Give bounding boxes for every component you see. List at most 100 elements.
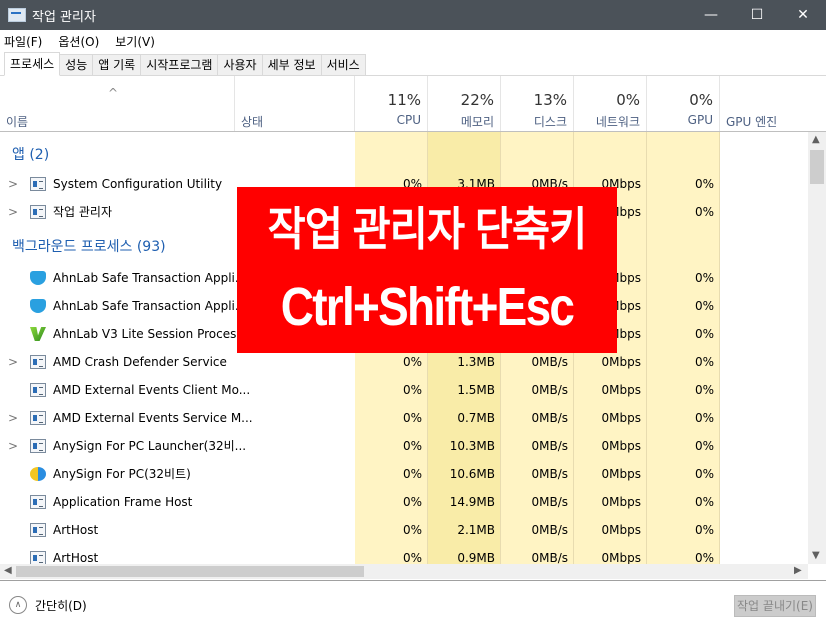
gpu-value: 0% xyxy=(694,467,714,481)
process-row[interactable]: ArtHost 0% 0.9MB 0MB/s 0Mbps 0% xyxy=(0,544,808,564)
process-name: AhnLab Safe Transaction Appli... xyxy=(53,299,247,313)
chevron-right-icon[interactable]: > xyxy=(6,198,20,226)
mem-value: 14.9MB xyxy=(449,495,495,509)
footer: ∧ 간단히(D) 작업 끝내기(E) xyxy=(0,580,826,630)
menu-bar: 파일(F) 옵션(O) 보기(V) xyxy=(0,30,826,52)
process-name-cell: AMD External Events Client Mo... xyxy=(0,376,250,404)
service-icon xyxy=(30,383,46,397)
tab-startup[interactable]: 시작프로그램 xyxy=(140,54,219,75)
process-name-cell: AhnLab Safe Transaction Appli... xyxy=(0,292,246,320)
scroll-down-icon[interactable]: ▼ xyxy=(812,550,820,561)
tab-performance[interactable]: 성능 xyxy=(59,54,94,75)
scroll-up-icon[interactable]: ▲ xyxy=(812,134,820,145)
tab-app-history[interactable]: 앱 기록 xyxy=(92,54,142,75)
process-name-cell: AhnLab Safe Transaction Appli... xyxy=(0,264,246,292)
horizontal-scroll-thumb[interactable] xyxy=(16,566,364,577)
column-header: ^ 이름 상태 11% CPU 22% 메모리 13% 디스크 0% 네트워크 0% GP… xyxy=(0,76,826,132)
net-value: 0Mbps xyxy=(601,495,641,509)
msconfig-icon xyxy=(30,177,46,191)
process-name-cell: > System Configuration Utility xyxy=(0,170,222,198)
mem-value: 2.1MB xyxy=(457,523,495,537)
scroll-left-icon[interactable]: ◀ xyxy=(4,565,12,576)
tab-services[interactable]: 서비스 xyxy=(320,54,366,75)
process-name: 작업 관리자 xyxy=(53,205,113,219)
menu-file[interactable]: 파일(F) xyxy=(4,33,42,50)
chevron-up-icon: ∧ xyxy=(9,596,27,614)
maximize-button[interactable]: ☐ xyxy=(734,0,780,30)
process-name: AhnLab V3 Lite Session Proces... xyxy=(53,327,248,341)
column-memory[interactable]: 22% 메모리 xyxy=(428,76,501,131)
chevron-right-icon[interactable]: > xyxy=(6,404,20,432)
chevron-right-icon[interactable]: > xyxy=(6,170,20,198)
chevron-right-icon[interactable]: > xyxy=(6,348,20,376)
end-task-button[interactable]: 작업 끝내기(E) xyxy=(734,595,816,617)
group-apps[interactable]: 앱 (2) xyxy=(0,140,808,170)
gpu-value: 0% xyxy=(694,355,714,369)
shield-icon xyxy=(30,271,46,285)
net-value: 0Mbps xyxy=(601,551,641,564)
process-name: System Configuration Utility xyxy=(53,177,223,191)
cpu-value: 0% xyxy=(402,411,422,425)
disk-value: 0MB/s xyxy=(531,551,568,564)
disk-value: 0MB/s xyxy=(531,411,568,425)
column-cpu[interactable]: 11% CPU xyxy=(355,76,428,131)
gpu-value: 0% xyxy=(694,523,714,537)
tab-users[interactable]: 사용자 xyxy=(217,54,263,75)
fewer-details-button[interactable]: ∧ 간단히(D) xyxy=(9,596,87,614)
sort-caret-icon: ^ xyxy=(108,86,119,100)
column-network[interactable]: 0% 네트워크 xyxy=(574,76,647,131)
process-row[interactable]: ArtHost 0% 2.1MB 0MB/s 0Mbps 0% xyxy=(0,516,808,544)
scroll-right-icon[interactable]: ▶ xyxy=(794,565,802,576)
net-value: 0Mbps xyxy=(601,383,641,397)
process-name: AnySign For PC(32비트) xyxy=(53,467,191,481)
chevron-right-icon[interactable]: > xyxy=(6,432,20,460)
process-row[interactable]: AnySign For PC(32비트) 0% 10.6MB 0MB/s 0Mbps 0% xyxy=(0,460,808,488)
horizontal-scrollbar[interactable]: ◀ ▶ xyxy=(0,564,808,579)
process-name-cell: AnySign For PC(32비트) xyxy=(0,460,191,488)
cpu-value: 0% xyxy=(402,439,422,453)
process-name-cell: > AnySign For PC Launcher(32비... xyxy=(0,432,246,460)
anysign-icon xyxy=(30,467,46,481)
mem-value: 10.3MB xyxy=(449,439,495,453)
banner-shortcut: Ctrl+Shift+Esc xyxy=(280,277,575,337)
menu-view[interactable]: 보기(V) xyxy=(115,33,155,50)
column-gpu[interactable]: 0% GPU xyxy=(647,76,720,131)
shortcut-banner: 작업 관리자 단축키 Ctrl+Shift+Esc xyxy=(237,187,617,353)
process-name: AMD External Events Client Mo... xyxy=(53,383,251,397)
title-bar: 작업 관리자 — ☐ ✕ xyxy=(0,0,826,30)
process-name: AMD External Events Service M... xyxy=(53,411,253,425)
gpu-value: 0% xyxy=(694,383,714,397)
column-status[interactable]: 상태 xyxy=(235,76,355,131)
gpu-value: 0% xyxy=(694,177,714,191)
gpu-value: 0% xyxy=(694,495,714,509)
process-name-cell: Application Frame Host xyxy=(0,488,192,516)
shield-icon xyxy=(30,299,46,313)
service-icon xyxy=(30,523,46,537)
tab-processes[interactable]: 프로세스 xyxy=(4,52,61,76)
menu-options[interactable]: 옵션(O) xyxy=(58,33,99,50)
process-row[interactable]: > AnySign For PC Launcher(32비... 0% 10.3MB 0… xyxy=(0,432,808,460)
disk-value: 0MB/s xyxy=(531,383,568,397)
net-value: 0Mbps xyxy=(601,467,641,481)
close-button[interactable]: ✕ xyxy=(780,0,826,30)
mem-value: 1.5MB xyxy=(457,383,495,397)
process-name-cell: > AMD External Events Service M... xyxy=(0,404,253,432)
minimize-button[interactable]: — xyxy=(688,0,734,30)
column-name[interactable]: ^ 이름 xyxy=(0,76,235,131)
net-value: 0Mbps xyxy=(601,411,641,425)
column-disk[interactable]: 13% 디스크 xyxy=(501,76,574,131)
process-name-cell: > AMD Crash Defender Service xyxy=(0,348,227,376)
process-row[interactable]: AMD External Events Client Mo... 0% 1.5MB 0… xyxy=(0,376,808,404)
cpu-value: 0% xyxy=(402,467,422,481)
net-value: 0Mbps xyxy=(601,439,641,453)
column-gpu-engine[interactable]: GPU 엔진 xyxy=(720,76,826,131)
vertical-scrollbar[interactable]: ▲ ▼ xyxy=(808,132,826,564)
process-row[interactable]: > AMD External Events Service M... 0% 0.7MB… xyxy=(0,404,808,432)
process-name: AnySign For PC Launcher(32비... xyxy=(53,439,247,453)
vertical-scroll-thumb[interactable] xyxy=(810,150,824,184)
tab-details[interactable]: 세부 정보 xyxy=(261,54,322,75)
process-name-cell: ArtHost xyxy=(0,516,98,544)
service-icon xyxy=(30,439,46,453)
process-row[interactable]: Application Frame Host 0% 14.9MB 0MB/s 0Mbps… xyxy=(0,488,808,516)
gpu-value: 0% xyxy=(694,411,714,425)
